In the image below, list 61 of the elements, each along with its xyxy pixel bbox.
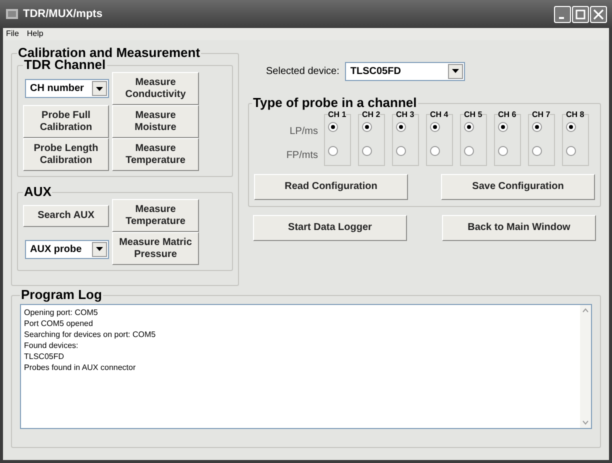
radio-button[interactable] [532, 122, 542, 132]
radio-button[interactable] [464, 146, 474, 156]
channel-label: CH 8 [566, 110, 584, 119]
dropdown-field[interactable]: CH number [25, 79, 109, 98]
action-button[interactable]: Probe Length Calibration [23, 138, 109, 171]
channel-label: CH 7 [532, 110, 550, 119]
app-icon [5, 7, 19, 21]
action-button[interactable]: Back to Main Window [442, 215, 596, 241]
dropdown-field[interactable]: TLSC05FD [345, 62, 466, 80]
log-line: Port COM5 opened [24, 318, 94, 329]
log-line: Opening port: COM5 [24, 307, 99, 318]
radio-button[interactable] [362, 146, 372, 156]
radio-button[interactable] [498, 146, 508, 156]
radio-button[interactable] [328, 146, 338, 156]
log-line: Searching for devices on port: COM5 [24, 329, 157, 340]
channel-label: CH 6 [498, 110, 516, 119]
channel-label: CH 3 [396, 110, 414, 119]
scrollbar[interactable] [580, 305, 591, 428]
radio-button[interactable] [464, 122, 474, 132]
log-line: Found devices: [24, 340, 80, 351]
window-title: TDR/MUX/mpts [23, 6, 104, 22]
row-label: FP/mts [286, 149, 318, 163]
radio-button[interactable] [396, 146, 406, 156]
row-label: LP/ms [290, 125, 318, 139]
channel-label: CH 2 [362, 110, 380, 119]
close-icon[interactable] [590, 6, 607, 22]
channel-label: CH 5 [464, 110, 482, 119]
log-line: TLSC05FD [24, 351, 66, 362]
radio-button[interactable] [328, 122, 338, 132]
group-title: AUX [23, 185, 52, 199]
action-button[interactable]: Search AUX [23, 205, 109, 228]
group-title: TDR Channel [24, 58, 106, 72]
radio-button[interactable] [430, 146, 440, 156]
action-button[interactable]: Measure Temperature [112, 138, 199, 171]
menu-item[interactable]: File [6, 29, 19, 39]
radio-button[interactable] [532, 146, 542, 156]
group-title: Type of probe in a channel [252, 96, 418, 110]
action-button[interactable]: Save Configuration [441, 174, 595, 200]
radio-button[interactable] [566, 122, 576, 132]
maximize-icon[interactable] [572, 6, 589, 22]
action-button[interactable]: Measure Moisture [112, 105, 199, 138]
radio-button[interactable] [566, 146, 576, 156]
action-button[interactable]: Measure Matric Pressure [112, 232, 199, 265]
group-title: Program Log [20, 288, 103, 302]
radio-button[interactable] [430, 122, 440, 132]
log-line: Probes found in AUX connector [24, 362, 137, 373]
minimize-icon[interactable] [554, 6, 571, 22]
action-button[interactable]: Measure Conductivity [112, 72, 199, 105]
action-button[interactable]: Start Data Logger [253, 215, 407, 241]
menu-item[interactable]: Help [26, 29, 44, 39]
channel-label: CH 4 [430, 110, 448, 119]
radio-button[interactable] [396, 122, 406, 132]
action-button[interactable]: Measure Temperature [112, 199, 199, 232]
radio-button[interactable] [498, 122, 508, 132]
dropdown-field[interactable]: AUX probe [25, 240, 109, 259]
group-title: Calibration and Measurement [17, 46, 202, 60]
action-button[interactable]: Read Configuration [254, 174, 408, 200]
radio-button[interactable] [362, 122, 372, 132]
channel-label: CH 1 [328, 110, 346, 119]
action-button[interactable]: Probe Full Calibration [23, 105, 109, 138]
field-label: Selected device: [266, 64, 340, 78]
